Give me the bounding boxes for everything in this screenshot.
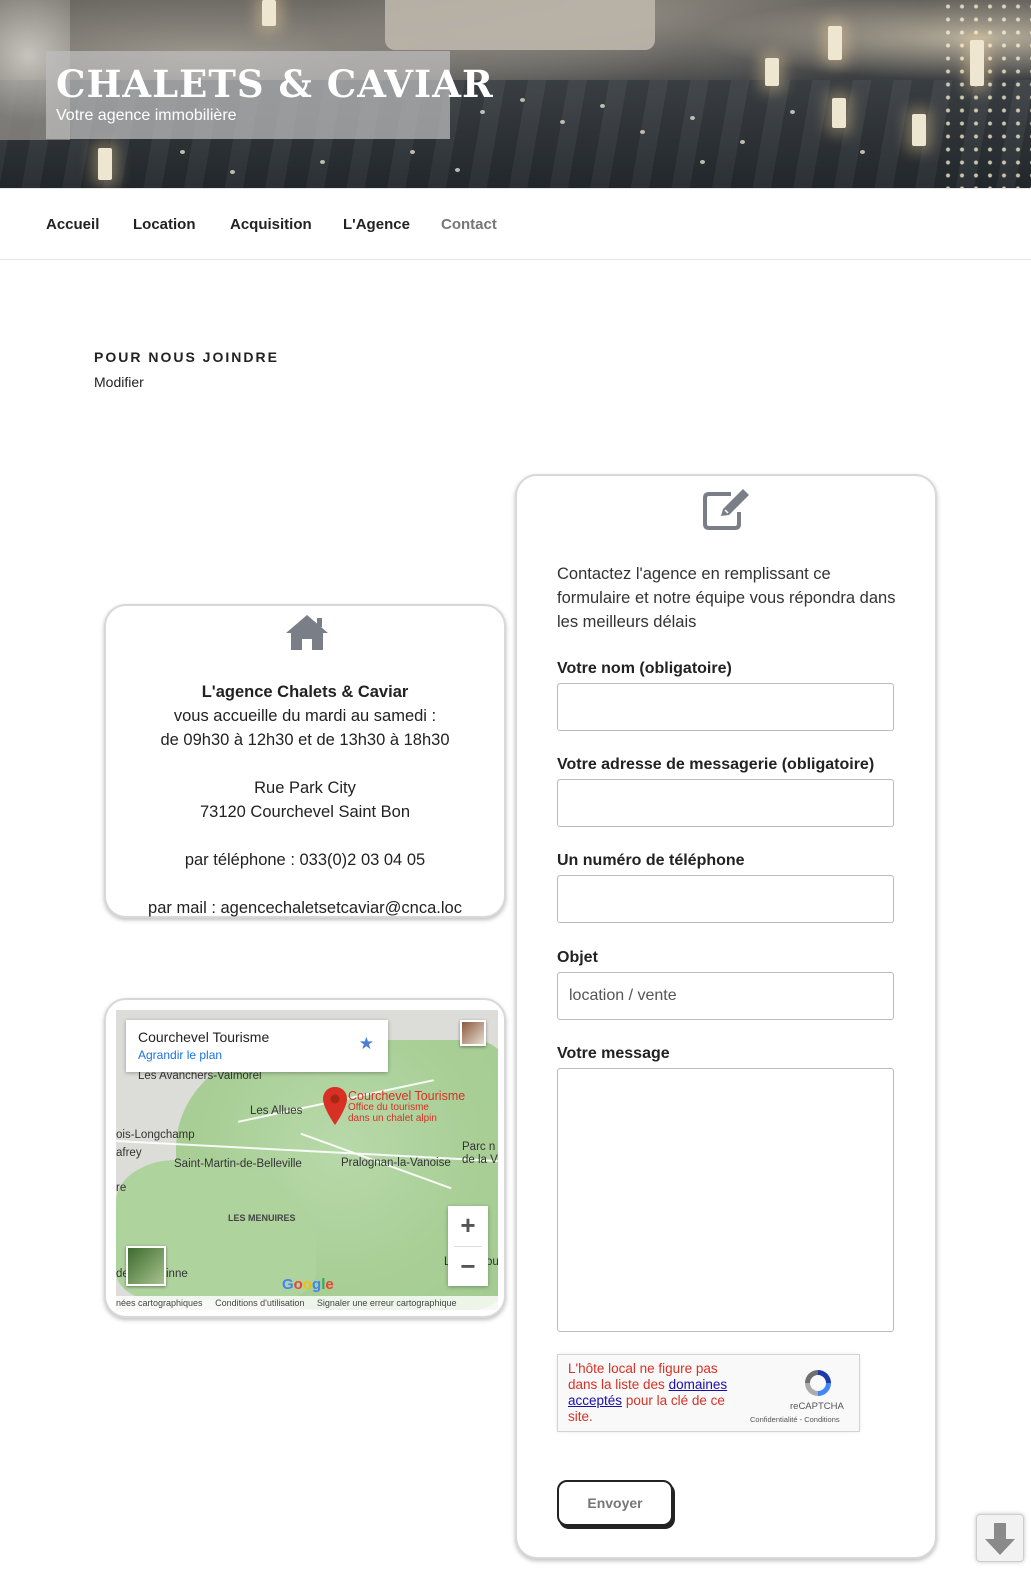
- name-input[interactable]: [557, 683, 894, 731]
- recaptcha-widget[interactable]: L'hôte local ne figure pas dans la liste…: [557, 1354, 860, 1432]
- phone-input[interactable]: [557, 875, 894, 923]
- map-footer: nées cartographiques Conditions d'utilis…: [116, 1296, 498, 1310]
- phone-label: Un numéro de téléphone: [557, 852, 745, 869]
- recaptcha-logo-icon: [802, 1367, 834, 1404]
- enlarge-map-link[interactable]: Agrandir le plan: [138, 1048, 376, 1062]
- map-card: Les Avanchers-Valmorel Les Allues ois-Lo…: [104, 998, 506, 1318]
- address-street: Rue Park City: [254, 779, 356, 797]
- map-pin-subtitle-2: dans un chalet alpin: [348, 1113, 437, 1124]
- arrow-down-icon: [977, 1523, 1023, 1565]
- map-label-pralognan: Pralognan-la-Vanoise: [341, 1157, 451, 1169]
- site-branding[interactable]: CHALETS & CAVIAR Votre agence immobilièr…: [46, 51, 493, 139]
- page-title: POUR NOUS JOINDRE: [94, 349, 279, 365]
- map-label-allues: Les Allues: [250, 1105, 303, 1117]
- agency-name: L'agence Chalets & Caviar: [201, 683, 409, 701]
- nav-item-accueil[interactable]: Accueil: [46, 216, 99, 233]
- edit-page-link[interactable]: Modifier: [94, 374, 144, 390]
- opening-days: vous accueille du mardi au samedi :: [173, 707, 437, 725]
- nav-item-contact[interactable]: Contact: [441, 216, 497, 233]
- recaptcha-terms-link[interactable]: Confidentialité - Conditions: [750, 1415, 840, 1424]
- home-icon: [284, 612, 330, 657]
- name-label: Votre nom (obligatoire): [557, 660, 732, 677]
- map-pin-title[interactable]: Courchevel Tourisme: [348, 1089, 465, 1103]
- nav-item-location[interactable]: Location: [133, 216, 196, 233]
- contact-form-card: Contactez l'agence en remplissant ce for…: [515, 474, 937, 1559]
- google-map[interactable]: Les Avanchers-Valmorel Les Allues ois-Lo…: [116, 1010, 498, 1310]
- header-banner: CHALETS & CAVIAR Votre agence immobilièr…: [0, 0, 1031, 188]
- save-star-icon[interactable]: ★: [359, 1034, 374, 1054]
- message-textarea[interactable]: [557, 1068, 894, 1332]
- map-label-st-martin: Saint-Martin-de-Belleville: [174, 1158, 302, 1170]
- nav-item-acquisition[interactable]: Acquisition: [230, 216, 312, 233]
- map-label-afrey: afrey: [116, 1147, 142, 1159]
- scroll-down-button[interactable]: [976, 1514, 1024, 1562]
- nav-item-agence[interactable]: L'Agence: [343, 216, 410, 233]
- map-label-parc-2: de la V: [462, 1154, 498, 1166]
- edit-icon: [701, 488, 755, 537]
- map-terms-link[interactable]: Conditions d'utilisation: [215, 1298, 304, 1308]
- map-report-link[interactable]: Signaler une erreur cartographique: [317, 1298, 457, 1308]
- map-label-longchamp: ois-Longchamp: [116, 1129, 195, 1141]
- map-place-name: Courchevel Tourisme: [138, 1029, 270, 1045]
- map-data-credit[interactable]: nées cartographiques: [116, 1298, 203, 1308]
- address-city: 73120 Courchevel Saint Bon: [199, 803, 411, 821]
- recaptcha-name: reCAPTCHA: [790, 1401, 844, 1412]
- site-tagline: Votre agence immobilière: [56, 107, 237, 124]
- email-address: par mail : agencechaletsetcaviar@cnca.lo…: [148, 899, 462, 917]
- message-label: Votre message: [557, 1045, 670, 1062]
- map-label-parc-1: Parc n: [462, 1141, 496, 1153]
- google-logo: Google: [282, 1276, 334, 1293]
- zoom-controls: + −: [448, 1206, 488, 1286]
- satellite-view-toggle[interactable]: [126, 1246, 166, 1286]
- map-pin-subtitle-1: Office du tourisme: [348, 1102, 429, 1113]
- form-intro: Contactez l'agence en remplissant ce for…: [557, 565, 896, 631]
- phone-number: par téléphone : 033(0)2 03 04 05: [184, 851, 426, 869]
- street-view-thumbnail[interactable]: [460, 1020, 486, 1046]
- zoom-in-button[interactable]: +: [448, 1206, 488, 1246]
- main-navigation: Accueil Location Acquisition L'Agence Co…: [0, 188, 1031, 260]
- email-input[interactable]: [557, 779, 894, 827]
- email-label: Votre adresse de messagerie (obligatoire…: [557, 756, 875, 773]
- opening-hours: de 09h30 à 12h30 et de 13h30 à 18h30: [160, 731, 450, 749]
- map-pin-icon[interactable]: [322, 1086, 348, 1131]
- agency-info-card: L'agence Chalets & Caviar vous accueille…: [104, 604, 506, 918]
- recaptcha-error: L'hôte local ne figure pas dans la liste…: [568, 1361, 728, 1424]
- submit-button[interactable]: Envoyer: [557, 1480, 673, 1526]
- site-title[interactable]: CHALETS & CAVIAR: [56, 63, 493, 105]
- subject-label: Objet: [557, 949, 598, 966]
- map-label-menuires: LES MENUIRES: [228, 1213, 296, 1223]
- map-label-re: re: [116, 1182, 127, 1194]
- map-label-inne: inne: [166, 1268, 188, 1280]
- zoom-out-button[interactable]: −: [448, 1247, 488, 1287]
- map-place-card: Courchevel Tourisme Agrandir le plan ★: [126, 1020, 388, 1072]
- subject-input[interactable]: location / vente: [557, 972, 894, 1020]
